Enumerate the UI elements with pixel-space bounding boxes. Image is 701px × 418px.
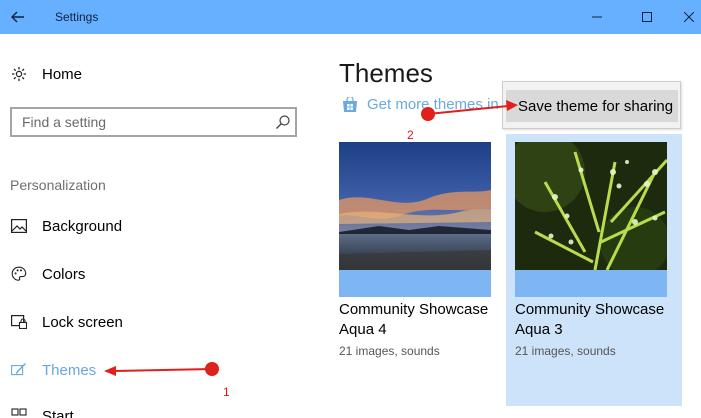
sidebar: Home Personalization Background Colors: [0, 34, 320, 418]
picture-icon: [10, 217, 28, 235]
search-icon[interactable]: [275, 114, 291, 130]
page-title: Themes: [339, 58, 433, 88]
search-box[interactable]: [10, 107, 297, 137]
sidebar-item-background[interactable]: Background: [10, 212, 122, 240]
themes-brush-icon: [10, 361, 28, 379]
get-more-themes-link[interactable]: Get more themes in: [342, 96, 499, 113]
back-button[interactable]: [0, 0, 36, 34]
search-input[interactable]: [12, 109, 262, 135]
minimize-icon: [592, 16, 602, 18]
theme-thumbnail: [515, 142, 667, 270]
theme-name: Community Showcase Aqua 3: [515, 301, 665, 338]
theme-thumbnail: [339, 142, 491, 270]
palette-icon: [10, 265, 28, 283]
theme-name: Community Showcase Aqua 4: [339, 301, 489, 338]
annotation-step-1: 1: [223, 385, 230, 399]
theme-details: 21 images, sounds: [339, 344, 440, 358]
maximize-button[interactable]: [624, 0, 670, 34]
context-menu: Save theme for sharing: [502, 81, 681, 129]
window-title: Settings: [55, 10, 99, 24]
maximize-icon: [642, 12, 652, 22]
sidebar-item-label: Background: [42, 217, 123, 235]
back-arrow-icon: [11, 11, 24, 23]
sidebar-item-label: Start: [42, 407, 74, 418]
close-button[interactable]: [666, 0, 701, 34]
title-bar: Settings: [0, 0, 701, 34]
save-theme-for-sharing-menu-item[interactable]: Save theme for sharing: [506, 90, 678, 122]
sidebar-item-start[interactable]: Start: [10, 402, 74, 418]
close-icon: [684, 12, 694, 22]
sidebar-item-label: Home: [42, 65, 83, 83]
theme-card-selected[interactable]: Community Showcase Aqua 3 21 images, sou…: [506, 134, 682, 406]
sidebar-item-lock-screen[interactable]: Lock screen: [10, 308, 123, 336]
start-icon: [10, 407, 28, 418]
sidebar-item-home[interactable]: Home: [10, 60, 82, 88]
sidebar-item-themes[interactable]: Themes: [10, 356, 96, 384]
sidebar-item-label: Themes: [42, 361, 97, 379]
lock-screen-icon: [10, 313, 28, 331]
minimize-button[interactable]: [574, 0, 620, 34]
sidebar-item-label: Lock screen: [42, 313, 123, 331]
annotation-step-2: 2: [407, 128, 414, 142]
theme-details: 21 images, sounds: [515, 344, 616, 358]
sidebar-item-colors[interactable]: Colors: [10, 260, 85, 288]
theme-color-band: [339, 270, 491, 297]
section-heading: Personalization: [10, 177, 106, 193]
theme-color-band: [515, 270, 667, 297]
sidebar-item-label: Colors: [42, 265, 86, 283]
gear-icon: [10, 65, 28, 83]
store-icon: [343, 96, 357, 112]
store-link-label: Get more themes in: [367, 96, 499, 113]
theme-card[interactable]: Community Showcase Aqua 4 21 images, sou…: [330, 134, 506, 406]
